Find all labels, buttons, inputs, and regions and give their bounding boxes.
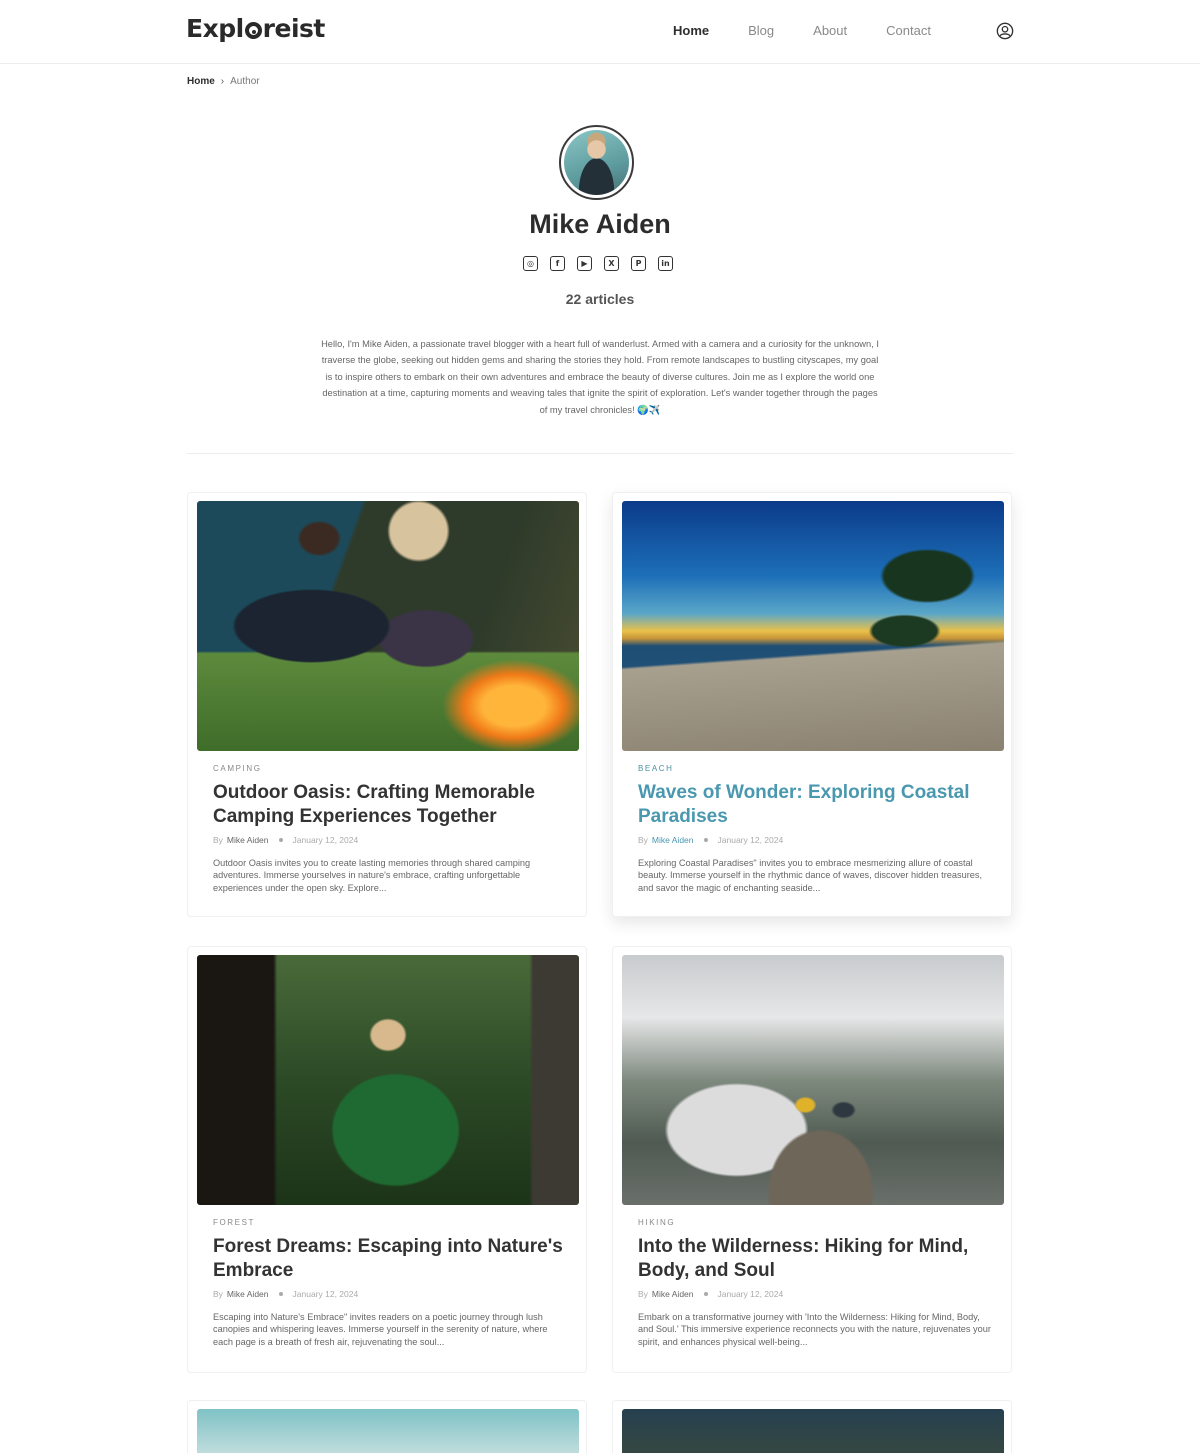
avatar xyxy=(559,125,634,200)
post-meta: By Mike Aiden January 12, 2024 xyxy=(638,835,783,845)
breadcrumb-current: Author xyxy=(230,76,260,87)
post-card[interactable]: HIKING Into the Wilderness: Hiking for M… xyxy=(612,946,1012,1373)
post-meta: By Mike Aiden January 12, 2024 xyxy=(638,1289,783,1299)
instagram-icon[interactable]: ◎ xyxy=(523,256,538,271)
youtube-icon[interactable]: ▶ xyxy=(577,256,592,271)
post-image[interactable] xyxy=(622,501,1004,751)
divider xyxy=(187,453,1013,454)
post-card[interactable] xyxy=(187,1400,587,1453)
post-card[interactable]: BEACH Waves of Wonder: Exploring Coastal… xyxy=(612,492,1012,917)
post-by: By xyxy=(213,1289,223,1299)
post-card[interactable]: CAMPING Outdoor Oasis: Crafting Memorabl… xyxy=(187,492,587,917)
logo-globe-icon xyxy=(244,22,262,39)
social-links: ◎ f ▶ X P in xyxy=(523,256,673,271)
author-bio: Hello, I'm Mike Aiden, a passionate trav… xyxy=(321,339,879,415)
logo-text-right: reist xyxy=(262,14,326,43)
post-meta: By Mike Aiden January 12, 2024 xyxy=(213,835,358,845)
logo-text-left: Expl xyxy=(186,14,244,43)
post-title[interactable]: Forest Dreams: Escaping into Nature's Em… xyxy=(213,1235,568,1283)
post-meta: By Mike Aiden January 12, 2024 xyxy=(213,1289,358,1299)
main-nav: Home Blog About Contact xyxy=(660,23,970,38)
post-date: January 12, 2024 xyxy=(292,835,359,845)
pinterest-icon[interactable]: P xyxy=(631,256,646,271)
post-author[interactable]: Mike Aiden xyxy=(652,1289,694,1299)
post-card[interactable]: FOREST Forest Dreams: Escaping into Natu… xyxy=(187,946,587,1373)
post-date: January 12, 2024 xyxy=(292,1289,359,1299)
post-image[interactable] xyxy=(197,501,579,751)
post-card[interactable] xyxy=(612,1400,1012,1453)
breadcrumb-home[interactable]: Home xyxy=(187,76,215,87)
post-image[interactable] xyxy=(622,955,1004,1205)
chevron-right-icon: › xyxy=(220,76,225,87)
post-by: By xyxy=(638,835,648,845)
post-date: January 12, 2024 xyxy=(717,835,784,845)
linkedin-icon[interactable]: in xyxy=(658,256,673,271)
nav-blog[interactable]: Blog xyxy=(748,23,774,38)
avatar-photo xyxy=(564,130,629,195)
site-header: Expl reist Home Blog About Contact xyxy=(0,0,1200,64)
post-date: January 12, 2024 xyxy=(717,1289,784,1299)
post-category[interactable]: BEACH xyxy=(638,764,674,773)
meta-dot xyxy=(703,838,708,842)
post-author[interactable]: Mike Aiden xyxy=(652,835,694,845)
post-by: By xyxy=(213,835,223,845)
author-name: Mike Aiden xyxy=(529,209,671,239)
article-count: 22 articles xyxy=(565,291,635,307)
nav-about[interactable]: About xyxy=(813,23,847,38)
post-category[interactable]: FOREST xyxy=(213,1218,255,1227)
post-title[interactable]: Into the Wilderness: Hiking for Mind, Bo… xyxy=(638,1235,993,1283)
post-image[interactable] xyxy=(197,1409,579,1453)
user-account-icon[interactable] xyxy=(996,22,1014,40)
post-image[interactable] xyxy=(622,1409,1004,1453)
facebook-icon[interactable]: f xyxy=(550,256,565,271)
site-logo[interactable]: Expl reist xyxy=(186,14,325,43)
x-twitter-icon[interactable]: X xyxy=(604,256,619,271)
breadcrumb: Home › Author xyxy=(187,76,260,87)
meta-dot xyxy=(278,1292,283,1296)
post-excerpt: Embark on a transformative journey with … xyxy=(638,1312,991,1347)
post-category[interactable]: CAMPING xyxy=(213,764,262,773)
post-excerpt: Outdoor Oasis invites you to create last… xyxy=(213,858,531,893)
post-title[interactable]: Outdoor Oasis: Crafting Memorable Campin… xyxy=(213,781,568,829)
post-author[interactable]: Mike Aiden xyxy=(227,1289,269,1299)
post-excerpt: Escaping into Nature's Embrace" invites … xyxy=(213,1312,548,1347)
post-by: By xyxy=(638,1289,648,1299)
post-author[interactable]: Mike Aiden xyxy=(227,835,269,845)
nav-home[interactable]: Home xyxy=(673,23,709,38)
post-excerpt: Exploring Coastal Paradises" invites you… xyxy=(638,858,983,893)
post-title[interactable]: Waves of Wonder: Exploring Coastal Parad… xyxy=(638,781,993,829)
post-category[interactable]: HIKING xyxy=(638,1218,675,1227)
nav-contact[interactable]: Contact xyxy=(886,23,931,38)
meta-dot xyxy=(703,1292,708,1296)
post-image[interactable] xyxy=(197,955,579,1205)
meta-dot xyxy=(278,838,283,842)
